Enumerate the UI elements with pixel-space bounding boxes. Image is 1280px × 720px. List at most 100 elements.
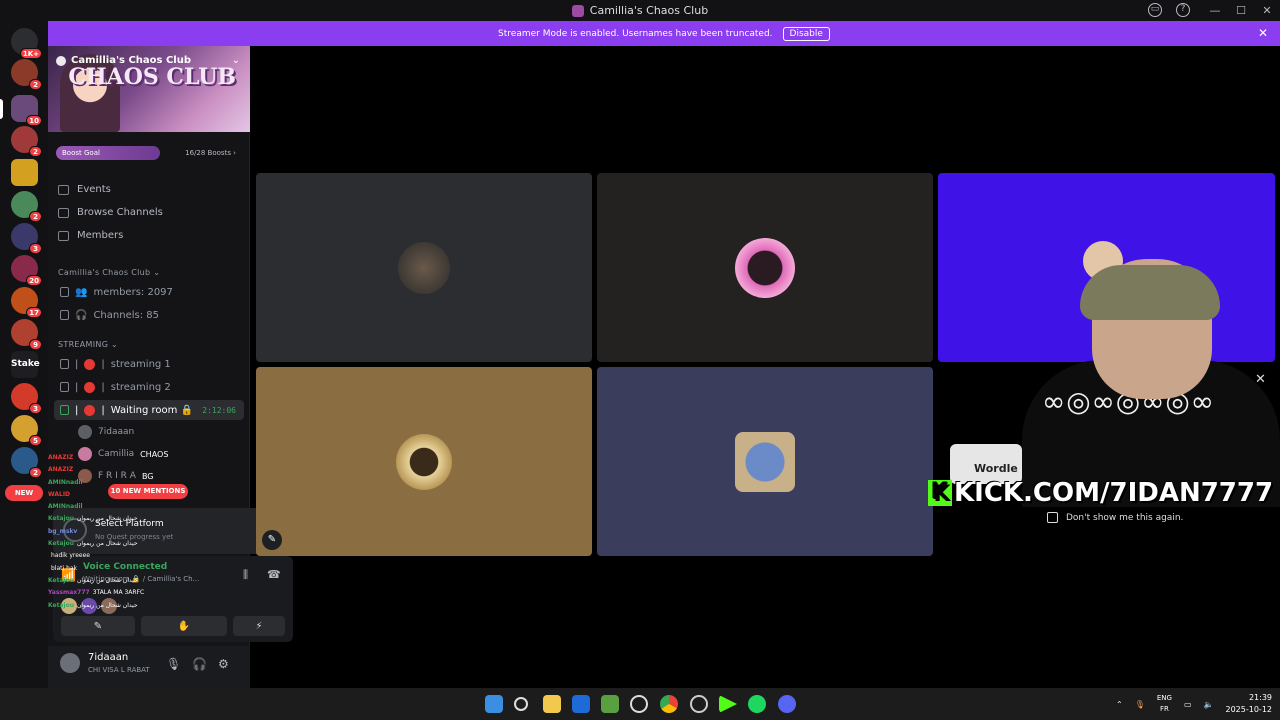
noise-suppression-icon[interactable]: ⫼ — [243, 568, 248, 582]
quest-title: Select Platform — [95, 519, 164, 529]
divider: | — [75, 381, 79, 393]
server-rail: 1K+ 2 10 2 2 3 20 17 9 Stake 3 5 2 NEW — [0, 21, 48, 688]
streamer-mode-text: Streamer Mode is enabled. Usernames have… — [498, 28, 773, 39]
voice-channel-link[interactable]: Waiting room 🔒 / Camillia's Ch... — [83, 575, 199, 583]
server-icon-2[interactable]: 10 — [11, 95, 42, 126]
server-icon-1[interactable]: 2 — [11, 59, 42, 90]
checkbox[interactable] — [1047, 512, 1058, 523]
quest-subtitle: No Quest progress yet — [95, 533, 174, 541]
discord-icon[interactable] — [778, 695, 796, 713]
minimize-button[interactable]: — — [1202, 4, 1228, 17]
chrome-icon[interactable] — [660, 695, 678, 713]
channel-members-stat[interactable]: 👥 members: 2097 — [60, 282, 244, 302]
boost-goal-bar: Boost Goal — [56, 146, 160, 160]
participant-avatar — [396, 433, 452, 490]
camera-button[interactable]: ✎ — [61, 616, 135, 636]
spotify-icon[interactable] — [748, 695, 766, 713]
maximize-button[interactable]: ☐ — [1228, 4, 1254, 17]
server-icon-8[interactable]: 17 — [11, 287, 42, 318]
chevron-down-icon[interactable]: ⌄ — [232, 55, 240, 66]
streamer-mode-banner: Streamer Mode is enabled. Usernames have… — [48, 21, 1280, 46]
participant-avatar — [398, 241, 450, 294]
stake-server-icon[interactable]: Stake — [11, 351, 40, 378]
new-mentions-pill[interactable]: 10 NEW MENTIONS — [108, 484, 188, 499]
avatar — [78, 469, 92, 483]
lock-icon — [60, 287, 69, 297]
channel-name: members: 2097 — [93, 286, 173, 298]
close-popup-icon[interactable]: ✕ — [1255, 372, 1266, 387]
headphones-icon[interactable]: 🎧 — [192, 657, 207, 671]
kick-app-icon[interactable] — [719, 695, 737, 713]
microphone-icon[interactable]: 🎙 — [1135, 700, 1145, 709]
disconnect-icon[interactable]: ☎ — [267, 568, 281, 581]
volume-icon[interactable]: 🔈 — [1204, 700, 1214, 709]
user-name[interactable]: 7idaaan — [88, 652, 128, 663]
divider: | — [101, 358, 105, 370]
category-server[interactable]: Camillia's Chaos Club ⌄ — [58, 268, 160, 277]
server-icon-13[interactable]: 2 — [11, 447, 42, 478]
server-icon-7[interactable]: 20 — [11, 255, 42, 286]
server-icon-6[interactable]: 3 — [11, 223, 42, 254]
user-avatar[interactable] — [60, 653, 80, 673]
direct-messages-icon[interactable]: 1K+ — [11, 28, 42, 59]
category-streaming[interactable]: STREAMING ⌄ — [58, 340, 118, 349]
member-name: 7idaaan — [98, 427, 135, 437]
channel-streaming-2[interactable]: | | streaming 2 — [60, 377, 244, 397]
screen-share-button[interactable]: ✋ — [141, 616, 227, 636]
video-tile[interactable] — [597, 173, 933, 362]
server-icon-4[interactable] — [11, 159, 38, 186]
dont-show-again[interactable]: Don't show me this again. — [1047, 512, 1183, 523]
app-icon[interactable] — [690, 695, 708, 713]
start-menu-icon[interactable] — [485, 695, 503, 713]
nav-events[interactable]: Events — [58, 184, 111, 195]
obs-icon[interactable] — [630, 695, 648, 713]
activity-avatar[interactable] — [101, 598, 117, 614]
file-explorer-icon[interactable] — [543, 695, 561, 713]
server-name[interactable]: Camillia's Chaos Club — [56, 55, 191, 66]
video-tile[interactable] — [597, 367, 933, 556]
chevron-up-icon[interactable]: ⌃ — [1116, 700, 1123, 709]
activities-button[interactable]: ⚡ — [233, 616, 285, 636]
network-icon[interactable]: ▭ — [1184, 700, 1192, 709]
language-switcher[interactable]: ENG FR — [1157, 693, 1172, 715]
search-icon[interactable] — [514, 697, 528, 711]
server-banner[interactable]: CHAOS CLUB Camillia's Chaos Club ⌄ — [48, 46, 250, 132]
server-icon-5[interactable]: 2 — [11, 191, 42, 222]
badge: 3 — [29, 403, 42, 414]
new-unreads-pill[interactable]: NEW — [5, 485, 43, 501]
channel-waiting-room[interactable]: | | Waiting room 🔒 2:12:06 — [54, 400, 244, 420]
close-banner-icon[interactable]: ✕ — [1258, 26, 1268, 40]
activity-avatar[interactable] — [81, 598, 97, 614]
time: 21:39 — [1248, 693, 1272, 702]
disable-streamer-button[interactable]: Disable — [782, 26, 830, 41]
voice-member[interactable]: 7idaaan — [78, 425, 134, 439]
voice-member[interactable]: Camillia CHAOS — [78, 447, 168, 461]
badge: 2 — [29, 146, 42, 157]
badge: 2 — [29, 79, 42, 90]
channel-name: streaming 2 — [110, 381, 171, 393]
nav-browse-channels[interactable]: Browse Channels — [58, 207, 163, 218]
help-icon[interactable]: ? — [1176, 3, 1190, 17]
video-tile[interactable] — [256, 173, 592, 362]
quest-icon — [63, 518, 87, 542]
server-icon-9[interactable]: 9 — [11, 319, 42, 350]
voice-member[interactable]: F R I R A BG — [78, 469, 154, 483]
server-icon-11[interactable]: 3 — [11, 383, 42, 414]
channel-channels-stat[interactable]: 🎧 Channels: 85 — [60, 305, 244, 325]
channel-streaming-1[interactable]: | | streaming 1 — [60, 354, 244, 374]
member-name: Camillia — [98, 449, 135, 459]
store-icon[interactable] — [572, 695, 590, 713]
boost-goal[interactable]: Boost Goal 16/28 Boosts › — [56, 146, 242, 160]
settings-gear-icon[interactable]: ⚙ — [218, 657, 229, 671]
clock[interactable]: 21:39 2025-10-12 — [1226, 692, 1273, 716]
video-tile[interactable]: ✎ — [256, 367, 592, 556]
activity-avatar[interactable] — [61, 598, 77, 614]
server-icon-12[interactable]: 5 — [11, 415, 42, 446]
nav-members[interactable]: Members — [58, 230, 123, 241]
badge: 9 — [29, 339, 42, 350]
app-icon[interactable] — [601, 695, 619, 713]
inbox-icon[interactable]: ▭ — [1148, 3, 1162, 17]
server-icon-3[interactable]: 2 — [11, 126, 42, 157]
close-button[interactable]: ✕ — [1254, 4, 1280, 17]
microphone-icon[interactable]: 🎙 — [166, 657, 181, 671]
